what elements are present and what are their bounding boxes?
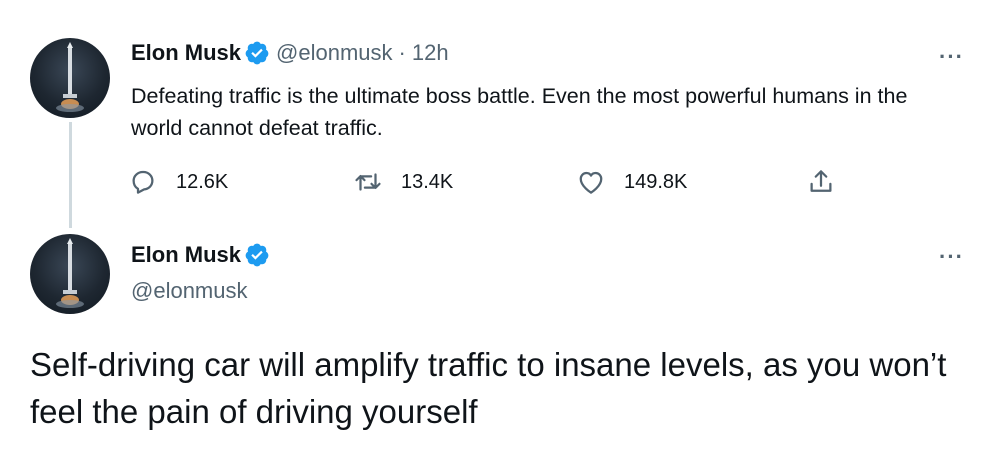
display-name[interactable]: Elon Musk [131, 242, 241, 268]
like-icon [579, 171, 603, 194]
verified-badge-icon [245, 41, 269, 65]
tweet-text: Defeating traffic is the ultimate boss b… [131, 84, 908, 140]
more-icon[interactable]: ··· [939, 246, 964, 268]
separator-dot: · [398, 40, 406, 65]
avatar-rocket-icon [56, 42, 84, 112]
reply-count: 12.6K [176, 170, 229, 193]
reply-button[interactable]: 12.6K [128, 164, 228, 200]
handle[interactable]: @elonmusk [276, 40, 393, 66]
avatar[interactable] [30, 38, 110, 118]
verified-badge-icon [245, 243, 269, 267]
tweet1-header: Elon Musk @elonmusk · 12h [131, 40, 449, 66]
retweet-button[interactable]: 13.4K [353, 164, 453, 200]
handle[interactable]: @elonmusk [131, 278, 248, 304]
tweet2-header: Elon Musk [131, 242, 276, 268]
avatar-rocket-icon [56, 238, 84, 308]
retweet-icon [355, 173, 381, 191]
timestamp[interactable]: 12h [412, 40, 449, 66]
reply-icon [132, 170, 154, 194]
share-button[interactable] [806, 164, 836, 200]
like-button[interactable]: 149.8K [576, 164, 687, 200]
display-name[interactable]: Elon Musk [131, 40, 241, 66]
avatar[interactable] [30, 234, 110, 314]
tweet-text-large: Self-driving car will amplify traffic to… [30, 346, 947, 430]
like-count: 149.8K [624, 170, 688, 193]
retweet-count: 13.4K [401, 170, 454, 193]
more-icon[interactable]: ··· [939, 46, 964, 68]
share-icon [810, 170, 832, 192]
thread-connector [69, 122, 72, 228]
